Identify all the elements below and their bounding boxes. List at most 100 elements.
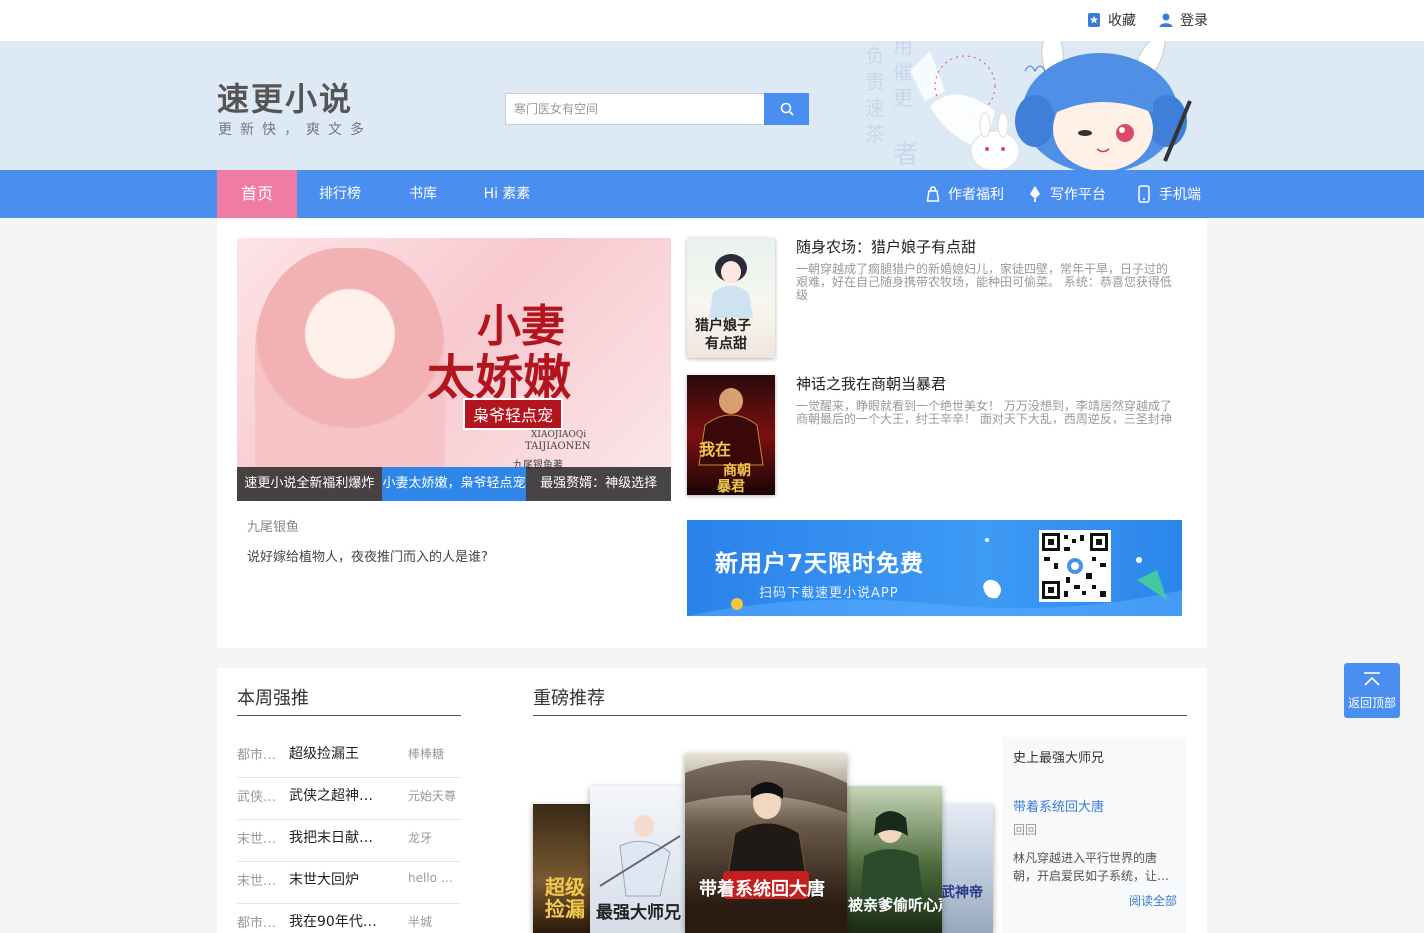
read-all-link[interactable]: 阅读全部 <box>1129 892 1177 909</box>
weekly-title: 本周强推 <box>237 688 309 709</box>
nav-item-ranking[interactable]: 排行榜 <box>305 170 375 218</box>
banner-tabs: 速更小说全新福利爆炸 小妻太娇嫩，枭爷轻点宠 最强赘婿：神级选择 <box>237 467 672 501</box>
banner-tab[interactable]: 最强赘婿：神级选择 <box>526 467 672 501</box>
cover-illustration: 猎户娘子 有点甜 <box>695 254 753 352</box>
user-icon <box>1159 13 1173 27</box>
favorite-link[interactable]: 收藏 <box>1086 10 1136 30</box>
nav-item-home[interactable]: 首页 <box>217 170 297 218</box>
nav-mobile-label: 手机端 <box>1159 187 1201 203</box>
rank-author: 半城 <box>408 915 433 929</box>
book-cover[interactable]: 最强大师兄 <box>590 786 688 933</box>
svg-text:暴君: 暴君 <box>716 479 745 495</box>
favorite-label: 收藏 <box>1108 13 1136 29</box>
logo-title[interactable]: 速更小说 <box>217 74 353 120</box>
featured-title: 重磅推荐 <box>533 688 605 709</box>
svg-text:用: 用 <box>893 41 913 58</box>
arrow-up-icon <box>1364 672 1380 686</box>
table-row[interactable]: 武侠仙侠 武侠之超神系统 元始天尊 <box>237 778 461 820</box>
rank-category: 末世小说 <box>237 832 283 847</box>
recommend-title[interactable]: 随身农场：猎户娘子有点甜 <box>796 236 976 257</box>
nav-writing-platform-label: 写作平台 <box>1050 187 1106 203</box>
svg-text:责: 责 <box>865 70 885 94</box>
recommend-title[interactable]: 神话之我在商朝当暴君 <box>796 373 946 394</box>
rank-category: 末世小说 <box>237 874 283 889</box>
main-nav: 首页 排行榜 书库 Hi 素素 作者福利 写作平台 手机端 <box>0 170 1424 218</box>
cover-illustration <box>685 760 847 899</box>
book-cover[interactable]: 被亲爹偷听心声 <box>844 786 942 933</box>
nav-writing-platform[interactable]: 写作平台 <box>1026 170 1106 218</box>
banner-illustration <box>255 248 445 474</box>
cover-title: 超级捡漏 <box>545 875 585 921</box>
svg-text:猎户娘子: 猎户娘子 <box>695 317 751 334</box>
rank-category: 武侠仙侠 <box>237 790 283 805</box>
detail-book-title[interactable]: 带着系统回大唐 <box>1013 796 1104 815</box>
svg-text:我在: 我在 <box>699 440 731 459</box>
ad-subtitle: 扫码下载速更小说APP <box>759 586 899 601</box>
svg-text:有点甜: 有点甜 <box>705 335 747 352</box>
table-row[interactable]: 都市小说 我在90年代当首富 半城 <box>237 904 461 933</box>
banner-subtitle: 枭爷轻点宠 <box>463 398 564 430</box>
nav-mobile[interactable]: 手机端 <box>1135 170 1201 218</box>
book-cover[interactable]: 武神帝 <box>939 804 993 933</box>
svg-text:更: 更 <box>893 86 913 110</box>
login-label: 登录 <box>1180 13 1208 29</box>
detail-description: 林凡穿越进入平行世界的唐朝，开启爱民如子系统，让… <box>1013 851 1170 883</box>
app-download-ad[interactable]: 新用户7天限时免费 扫码下载速更小说APP <box>687 520 1182 616</box>
featured-detail-panel: 史上最强大师兄 带着系统回大唐 回回 林凡穿越进入平行世界的唐朝，开启爱民如子系… <box>1003 737 1187 933</box>
recommend-desc: 一觉醒来，睁眼就看到一个绝世美女！ 万万没想到，李靖居然穿越成了商朝最后的一个大… <box>796 399 1172 426</box>
featured-section: 小妻 太娇嫩 枭爷轻点宠 XIAOJIAOQi TAIJIAONEN 九尾银鱼著… <box>217 218 1207 648</box>
table-row[interactable]: 都市小说 超级捡漏王 棒棒糖 <box>237 736 461 778</box>
nav-author-welfare-label: 作者福利 <box>948 187 1004 203</box>
search-button[interactable] <box>764 93 809 125</box>
rank-book-name[interactable]: 超级捡漏王 <box>289 743 379 763</box>
bookmark-icon <box>1088 13 1100 27</box>
cover-illustration: 我在 商朝 暴君 <box>698 388 764 495</box>
svg-text:者: 者 <box>893 140 919 170</box>
search-input[interactable]: 寒门医女有空间 <box>505 93 765 125</box>
rank-author: hello world <box>408 871 460 885</box>
mascot-illustration: 负 责 速 茶 用 催 更 者 <box>865 41 1192 170</box>
header-illustration: 负 责 速 茶 用 催 更 者 <box>835 41 1225 170</box>
svg-text:速: 速 <box>865 96 885 120</box>
rank-author: 元始天尊 <box>408 789 457 803</box>
top-bar: 收藏 登录 <box>0 0 1424 41</box>
search-icon <box>780 102 794 116</box>
banner-tab[interactable]: 小妻太娇嫩，枭爷轻点宠 <box>381 467 527 501</box>
banner-image[interactable]: 小妻 太娇嫩 枭爷轻点宠 XIAOJIAOQi TAIJIAONEN 九尾银鱼著 <box>237 238 671 501</box>
book-cover[interactable]: 超级捡漏 <box>533 804 593 933</box>
login-link[interactable]: 登录 <box>1158 10 1208 30</box>
weekly-divider <box>237 715 461 716</box>
rank-author: 棒棒糖 <box>408 747 445 761</box>
table-row[interactable]: 末世小说 我把末日献给你 龙牙 <box>237 820 461 862</box>
rank-category: 都市小说 <box>237 916 283 931</box>
top-links: 收藏 登录 <box>1086 10 1208 30</box>
detail-head[interactable]: 史上最强大师兄 <box>1013 747 1104 766</box>
rank-book-name[interactable]: 我把末日献给你 <box>289 827 379 847</box>
back-to-top-label: 返回顶部 <box>1347 696 1396 710</box>
svg-text:催: 催 <box>893 60 913 84</box>
phone-icon <box>1138 185 1150 203</box>
svg-text:茶: 茶 <box>865 122 885 146</box>
banner-author: 九尾银鱼 <box>247 520 300 535</box>
rank-book-name[interactable]: 武侠之超神系统 <box>289 785 379 805</box>
book-cover[interactable]: 我在 商朝 暴君 <box>687 375 775 495</box>
nav-item-library[interactable]: 书库 <box>390 170 456 218</box>
table-row[interactable]: 末世小说 末世大回炉 hello world <box>237 862 461 904</box>
recommend-section: 本周强推 都市小说 超级捡漏王 棒棒糖 武侠仙侠 武侠之超神系统 元始天尊 末世… <box>217 668 1207 933</box>
rank-book-name[interactable]: 我在90年代当首富 <box>289 911 379 931</box>
banner-pinyin-2: TAIJIAONEN <box>525 441 591 452</box>
svg-text:负: 负 <box>865 44 885 68</box>
cover-title: 武神帝 <box>941 885 983 901</box>
book-cover[interactable]: 猎户娘子 有点甜 <box>687 238 775 358</box>
banner-tab[interactable]: 速更小说全新福利爆炸 <box>237 467 382 501</box>
back-to-top-button[interactable]: 返回顶部 <box>1344 663 1400 718</box>
nav-item-hi-susu[interactable]: Hi 素素 <box>474 170 540 218</box>
qr-code <box>1039 530 1111 602</box>
cover-title: 被亲爹偷听心声 <box>848 896 942 914</box>
cover-title: 最强大师兄 <box>596 903 681 923</box>
rank-book-name[interactable]: 末世大回炉 <box>289 869 379 889</box>
nav-author-welfare[interactable]: 作者福利 <box>924 170 1004 218</box>
ad-title: 新用户7天限时免费 <box>715 551 925 577</box>
rank-category: 都市小说 <box>237 748 283 763</box>
book-cover[interactable]: 带着系统回大唐 <box>685 753 847 933</box>
